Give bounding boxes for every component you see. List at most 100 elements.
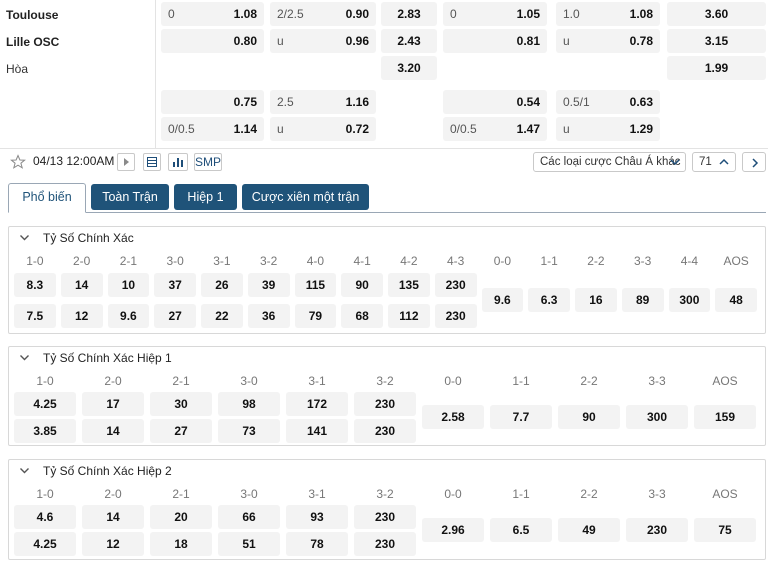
score-odds-bottom[interactable]: 112 — [388, 304, 430, 328]
score-odds-single[interactable]: 159 — [694, 405, 756, 429]
score-odds-bottom[interactable]: 7.5 — [14, 304, 56, 328]
odds-cell[interactable]: 2.83 — [381, 2, 437, 26]
next-match-button[interactable] — [742, 152, 766, 172]
score-odds-single[interactable]: 90 — [558, 405, 620, 429]
play-button[interactable] — [117, 153, 135, 171]
score-odds-bottom[interactable]: 73 — [218, 419, 280, 443]
odds-cell[interactable]: u 0.96 — [270, 29, 376, 53]
odds-cell[interactable]: 0.81 — [443, 29, 547, 53]
odds-cell[interactable]: 0 1.05 — [443, 2, 547, 26]
odds-cell[interactable]: 1.99 — [667, 56, 766, 80]
score-odds-top[interactable]: 172 — [286, 392, 348, 416]
score-odds-single[interactable]: 300 — [668, 288, 711, 312]
score-odds-single[interactable]: 48 — [715, 288, 757, 312]
odds-cell[interactable]: 0 1.08 — [161, 2, 264, 26]
score-odds-top[interactable]: 93 — [286, 505, 348, 529]
score-odds-bottom[interactable]: 3.85 — [14, 419, 76, 443]
score-odds-top[interactable]: 14 — [82, 505, 144, 529]
score-odds-bottom[interactable]: 9.6 — [107, 304, 150, 328]
odds-cell[interactable]: u 0.72 — [270, 117, 376, 141]
score-odds-top[interactable]: 17 — [82, 392, 144, 416]
score-odds-single[interactable]: 49 — [558, 518, 620, 542]
section-header[interactable]: Tỷ Số Chính Xác Hiệp 2 — [9, 460, 765, 480]
odds-cell[interactable]: 0.75 — [161, 90, 264, 114]
score-odds-single[interactable]: 9.6 — [481, 288, 524, 312]
score-odds-top[interactable]: 135 — [388, 273, 430, 297]
tab-same-game-parlay[interactable]: Cược xiên một trận — [242, 184, 369, 210]
favorite-star-icon[interactable] — [10, 154, 26, 170]
score-odds-bottom[interactable]: 27 — [150, 419, 212, 443]
score-odds-top[interactable]: 230 — [354, 505, 416, 529]
odds-cell[interactable]: 0.54 — [443, 90, 547, 114]
odds-cell[interactable]: 2.5 1.16 — [270, 90, 376, 114]
score-label: 4-4 — [680, 254, 699, 268]
score-odds-bottom[interactable]: 79 — [294, 304, 337, 328]
score-odds-top[interactable]: 115 — [294, 273, 337, 297]
score-odds-bottom[interactable]: 4.25 — [14, 532, 76, 556]
score-odds-top[interactable]: 230 — [354, 392, 416, 416]
stats-table-button[interactable] — [143, 153, 161, 171]
score-odds-bottom[interactable]: 51 — [218, 532, 280, 556]
score-odds-single[interactable]: 16 — [575, 288, 617, 312]
score-odds-top[interactable]: 37 — [154, 273, 196, 297]
odds-cell[interactable]: 2.43 — [381, 29, 437, 53]
score-odds-bottom[interactable]: 230 — [434, 304, 477, 328]
score-odds-single[interactable]: 89 — [621, 288, 664, 312]
odds-cell[interactable]: 0/0.5 1.14 — [161, 117, 264, 141]
odds-cell[interactable]: 0.80 — [161, 29, 264, 53]
tab-popular[interactable]: Phổ biến — [8, 183, 86, 213]
score-odds-single[interactable]: 2.96 — [422, 518, 484, 542]
score-odds-bottom[interactable]: 12 — [60, 304, 103, 328]
score-odds-top[interactable]: 39 — [247, 273, 290, 297]
score-odds-bottom[interactable]: 22 — [201, 304, 243, 328]
score-odds-top[interactable]: 4.6 — [14, 505, 76, 529]
score-odds-top[interactable]: 66 — [218, 505, 280, 529]
score-odds-top[interactable]: 14 — [60, 273, 103, 297]
score-odds-single[interactable]: 300 — [626, 405, 688, 429]
odds-value: 2.43 — [397, 34, 421, 48]
score-odds-single[interactable]: 7.7 — [490, 405, 552, 429]
score-odds-bottom[interactable]: 78 — [286, 532, 348, 556]
bar-chart-icon — [173, 158, 183, 167]
tab-full-time[interactable]: Toàn Trận — [91, 184, 169, 210]
score-odds-top[interactable]: 20 — [150, 505, 212, 529]
score-odds-bottom[interactable]: 14 — [82, 419, 144, 443]
market-type-select[interactable]: Các loại cược Châu Á khác — [533, 152, 686, 172]
odds-cell[interactable]: 2/2.5 0.90 — [270, 2, 376, 26]
score-odds-bottom[interactable]: 27 — [154, 304, 196, 328]
odds-cell[interactable]: 1.0 1.08 — [556, 2, 660, 26]
score-odds-top[interactable]: 4.25 — [14, 392, 76, 416]
score-odds-top[interactable]: 30 — [150, 392, 212, 416]
score-odds-bottom[interactable]: 230 — [354, 419, 416, 443]
score-odds-single[interactable]: 6.5 — [490, 518, 552, 542]
score-odds-top[interactable]: 230 — [434, 273, 477, 297]
odds-cell[interactable]: 0.5/1 0.63 — [556, 90, 660, 114]
tab-first-half[interactable]: Hiệp 1 — [174, 184, 237, 210]
smp-button[interactable]: SMP — [194, 153, 222, 171]
chart-button[interactable] — [168, 153, 188, 171]
section-header[interactable]: Tỷ Số Chính Xác Hiệp 1 — [9, 347, 765, 367]
score-odds-top[interactable]: 8.3 — [14, 273, 56, 297]
score-odds-bottom[interactable]: 36 — [247, 304, 290, 328]
score-odds-single[interactable]: 2.58 — [422, 405, 484, 429]
score-odds-top[interactable]: 90 — [341, 273, 383, 297]
odds-cell[interactable]: u 1.29 — [556, 117, 660, 141]
score-odds-bottom[interactable]: 230 — [354, 532, 416, 556]
score-odds-bottom[interactable]: 18 — [150, 532, 212, 556]
odds-cell[interactable]: u 0.78 — [556, 29, 660, 53]
score-odds-single[interactable]: 230 — [626, 518, 688, 542]
odds-cell[interactable]: 3.20 — [381, 56, 437, 80]
score-odds-top[interactable]: 98 — [218, 392, 280, 416]
score-odds-bottom[interactable]: 68 — [341, 304, 383, 328]
market-count-button[interactable]: 71 — [692, 152, 736, 172]
score-odds-single[interactable]: 75 — [694, 518, 756, 542]
score-odds-bottom[interactable]: 12 — [82, 532, 144, 556]
score-odds-bottom[interactable]: 141 — [286, 419, 348, 443]
odds-cell[interactable]: 0/0.5 1.47 — [443, 117, 547, 141]
score-odds-top[interactable]: 10 — [107, 273, 150, 297]
score-odds-top[interactable]: 26 — [201, 273, 243, 297]
score-odds-single[interactable]: 6.3 — [528, 288, 570, 312]
section-header[interactable]: Tỷ Số Chính Xác — [9, 227, 765, 247]
odds-cell[interactable]: 3.60 — [667, 2, 766, 26]
odds-cell[interactable]: 3.15 — [667, 29, 766, 53]
